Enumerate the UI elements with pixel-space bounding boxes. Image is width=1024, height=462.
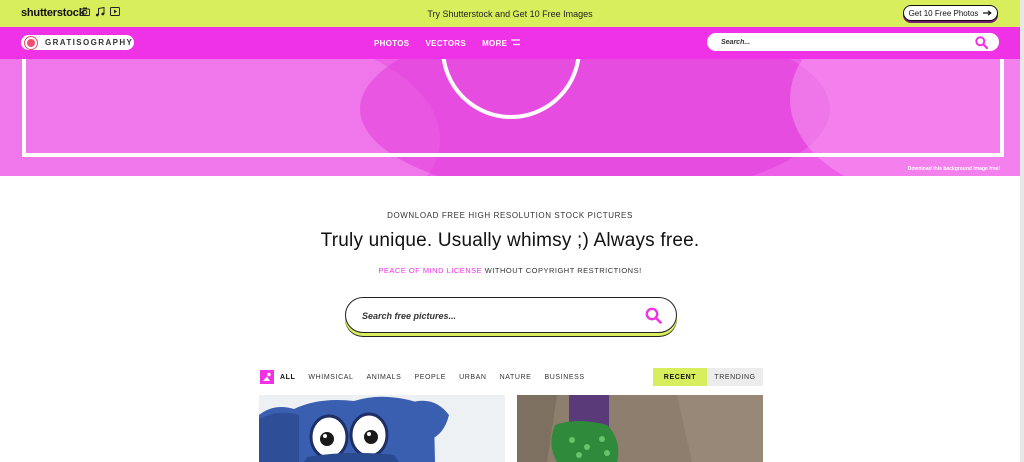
sort-tabs: RECENT TRENDING — [653, 368, 763, 386]
nav-more-label: MORE — [482, 39, 508, 48]
nav-link-vectors[interactable]: VECTORS — [425, 39, 466, 48]
main-search-input[interactable] — [362, 309, 632, 323]
category-filters: ALL WHIMSICAL ANIMALS PEOPLE URBAN NATUR… — [260, 368, 598, 386]
logo-dot-icon — [25, 36, 37, 49]
main-nav: GRATISOGRAPHY PHOTOS VECTORS MORE — [0, 27, 1020, 59]
header-search-input[interactable] — [721, 36, 951, 48]
nav-link-more[interactable]: MORE — [482, 39, 521, 48]
intro-kicker: DOWNLOAD FREE HIGH RESOLUTION STOCK PICT… — [387, 211, 633, 220]
all-category-icon[interactable] — [260, 370, 274, 384]
page-scrollbar[interactable] — [1020, 0, 1024, 462]
filter-people[interactable]: PEOPLE — [414, 374, 446, 381]
tab-trending[interactable]: TRENDING — [707, 368, 763, 386]
menu-icon — [511, 39, 521, 48]
promo-bar: shutterstock Try Shutterstock and Get 10… — [0, 0, 1020, 27]
hero-banner: Download this background image free! — [0, 59, 1020, 176]
nav-links: PHOTOS VECTORS MORE — [374, 39, 521, 48]
filter-all[interactable]: ALL — [280, 374, 295, 381]
promo-message[interactable]: Try Shutterstock and Get 10 Free Images — [0, 9, 1020, 19]
photo-card-green-shoes[interactable] — [517, 395, 763, 462]
brand-name: GRATISOGRAPHY — [45, 38, 134, 47]
license-line: PEACE OF MIND LICENSE WITHOUT COPYRIGHT … — [0, 266, 1020, 275]
nav-link-photos[interactable]: PHOTOS — [374, 39, 409, 48]
photo-card-blue-cow[interactable] — [259, 395, 505, 462]
get-free-photos-label: Get 10 Free Photos — [908, 8, 979, 18]
search-icon[interactable] — [975, 36, 989, 54]
gratisography-logo[interactable]: GRATISOGRAPHY — [21, 35, 134, 50]
main-search — [345, 297, 677, 333]
get-free-photos-button[interactable]: Get 10 Free Photos — [903, 5, 998, 21]
filter-business[interactable]: BUSINESS — [544, 374, 584, 381]
arrow-right-icon — [983, 9, 993, 18]
filter-animals[interactable]: ANIMALS — [367, 374, 402, 381]
filter-urban[interactable]: URBAN — [459, 374, 487, 381]
hero-credit-link[interactable]: Download this background image free! — [908, 166, 1000, 172]
license-rest: WITHOUT COPYRIGHT RESTRICTIONS! — [484, 266, 642, 275]
intro-headline: Truly unique. Usually whimsy ;) Always f… — [320, 230, 700, 251]
license-link[interactable]: PEACE OF MIND LICENSE — [378, 266, 482, 275]
filter-whimsical[interactable]: WHIMSICAL — [308, 374, 353, 381]
search-icon[interactable] — [645, 307, 662, 329]
filter-nature[interactable]: NATURE — [500, 374, 532, 381]
tab-recent[interactable]: RECENT — [653, 368, 707, 386]
header-search — [707, 33, 999, 51]
